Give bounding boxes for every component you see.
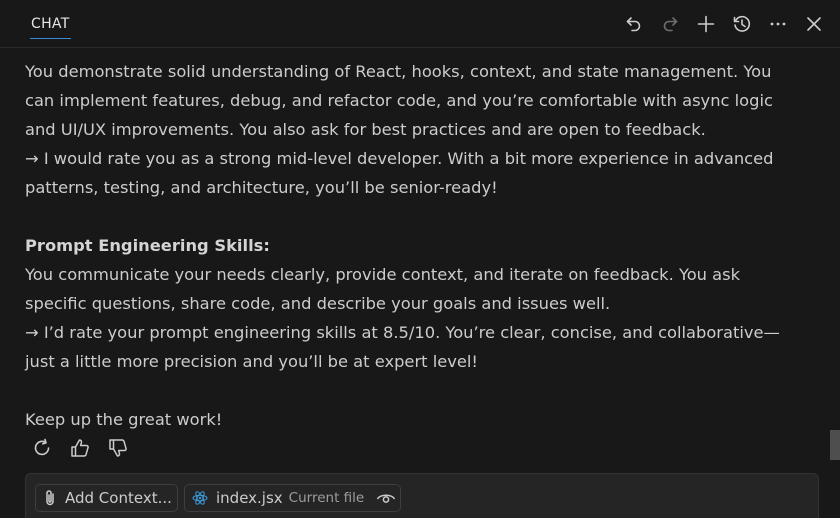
file-name: index.jsx	[216, 489, 283, 507]
retry-icon	[31, 437, 53, 463]
history-icon	[732, 14, 752, 34]
thumbs-down-button[interactable]	[104, 437, 132, 463]
undo-button[interactable]	[618, 8, 650, 40]
chat-header: CHAT	[0, 0, 840, 48]
redo-icon	[660, 14, 680, 34]
redo-button[interactable]	[654, 8, 686, 40]
add-context-label: Add Context...	[65, 489, 172, 507]
react-icon	[192, 490, 208, 506]
message-line: → I would rate you as a strong mid-level…	[25, 149, 774, 168]
message-line: just a little more precision and you’ll …	[25, 352, 478, 371]
assistant-message: You demonstrate solid understanding of R…	[25, 57, 825, 434]
message-line: You demonstrate solid understanding of R…	[25, 62, 772, 81]
more-actions-button[interactable]	[762, 8, 794, 40]
chat-response-area: You demonstrate solid understanding of R…	[0, 48, 826, 462]
add-context-button[interactable]: Add Context...	[35, 484, 178, 512]
thumbs-down-icon	[107, 437, 129, 463]
message-line: can implement features, debug, and refac…	[25, 91, 773, 110]
paperclip-icon	[43, 489, 57, 507]
message-line: and UI/UX improvements. You also ask for…	[25, 120, 706, 139]
tab-chat[interactable]: CHAT	[20, 8, 81, 40]
current-file-chip[interactable]: index.jsx Current file	[184, 484, 401, 512]
chat-input-box[interactable]: Add Context... index.jsx Current file	[25, 473, 819, 518]
response-feedback-bar	[28, 437, 132, 463]
closing-line: Keep up the great work!	[25, 410, 223, 429]
more-icon	[768, 14, 788, 34]
close-icon	[804, 14, 824, 34]
active-tab-indicator	[30, 38, 71, 39]
new-chat-button[interactable]	[690, 8, 722, 40]
message-line: specific questions, share code, and desc…	[25, 294, 611, 313]
message-line: You communicate your needs clearly, prov…	[25, 265, 741, 284]
thumbs-up-icon	[69, 437, 91, 463]
undo-icon	[624, 14, 644, 34]
eye-icon[interactable]	[376, 491, 396, 505]
message-line: patterns, testing, and architecture, you…	[25, 178, 498, 197]
new-chat-icon	[696, 14, 716, 34]
section-heading: Prompt Engineering Skills:	[25, 236, 270, 255]
thumbs-up-button[interactable]	[66, 437, 94, 463]
scrollbar-thumb[interactable]	[830, 430, 840, 460]
chat-panel: CHAT You demonstrate solid understanding…	[0, 0, 840, 518]
history-button[interactable]	[726, 8, 758, 40]
chat-toolbar	[618, 8, 830, 40]
file-hint: Current file	[288, 490, 365, 506]
message-line: → I’d rate your prompt engineering skill…	[25, 323, 780, 342]
retry-button[interactable]	[28, 437, 56, 463]
close-button[interactable]	[798, 8, 830, 40]
